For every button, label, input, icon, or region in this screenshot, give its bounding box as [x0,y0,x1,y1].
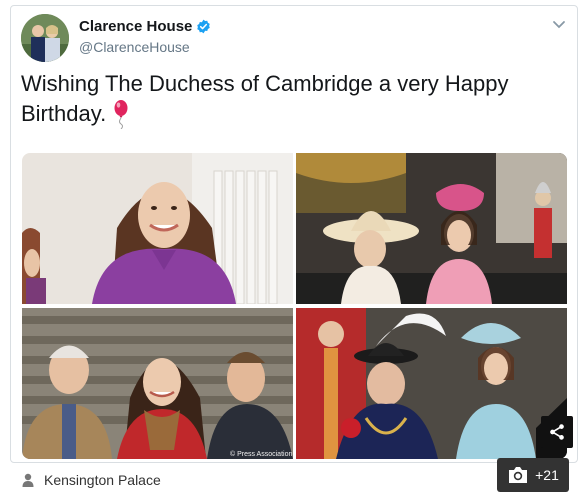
photo-image [22,153,293,304]
photo-royals-red-coat[interactable]: © Press Association [22,308,293,459]
share-button[interactable] [541,416,573,448]
person-icon [22,473,34,487]
chevron-down-icon[interactable] [551,16,567,32]
tweet-card: Clarence House @ClarenceHouse Wishing Th… [10,5,578,463]
photo-image [296,153,567,304]
article-author: Kensington Palace [22,472,161,488]
gallery-count: +21 [535,467,559,483]
photo-grid[interactable]: © Press Association [22,153,567,459]
avatar-image [21,14,69,62]
camera-icon [509,467,528,483]
tweet-text: Wishing The Duchess of Cambridge a very … [21,69,561,129]
verified-badge-icon [197,19,211,34]
account-handle[interactable]: @ClarenceHouse [79,39,190,55]
author-name: Kensington Palace [44,472,161,488]
account-name-row[interactable]: Clarence House [79,18,211,35]
photo-image: © Press Association [22,308,293,459]
photo-image [296,308,567,459]
photo-garter-ceremony[interactable] [296,308,567,459]
balloon-icon [114,100,128,129]
account-name[interactable]: Clarence House [79,18,192,35]
gallery-button[interactable]: +21 [497,458,569,492]
photo-duchess-purple[interactable] [22,153,293,304]
photo-duchess-pink-hat[interactable] [296,153,567,304]
photo-credit: © Press Association [230,450,292,458]
share-icon [550,424,564,440]
avatar[interactable] [21,14,69,62]
tweet-text-body: Wishing The Duchess of Cambridge a very … [21,71,509,126]
